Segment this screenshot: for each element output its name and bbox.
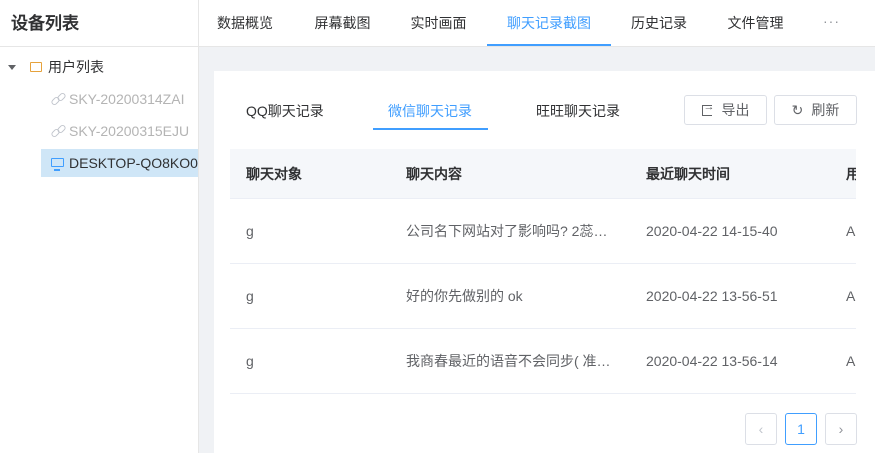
- tab-data-overview[interactable]: 数据概览: [204, 0, 286, 46]
- column-header-user[interactable]: 用: [846, 149, 856, 199]
- column-header-time[interactable]: 最近聊天时间: [646, 149, 730, 199]
- tab-file-manager[interactable]: 文件管理: [713, 0, 798, 46]
- table-row[interactable]: g 好的你先做别的 ok 2020-04-22 13-56-51 A(: [230, 264, 856, 329]
- link-icon: [52, 93, 64, 105]
- monitor-icon: [51, 157, 64, 171]
- tab-live-view[interactable]: 实时画面: [396, 0, 481, 46]
- prev-page-button[interactable]: ‹: [745, 413, 777, 445]
- table-row[interactable]: g 我商春最近的语音不会同步( 准… 2020-04-22 13-56-14 A…: [230, 329, 856, 394]
- refresh-label: 刷新: [811, 102, 840, 118]
- cell-target: g: [246, 353, 254, 369]
- cell-content: 我商春最近的语音不会同步( 准…: [406, 353, 611, 369]
- device-sidebar: 设备列表 用户列表 SKY-20200314ZAI SKY-20200315EJ…: [0, 0, 199, 453]
- export-button[interactable]: 导出: [684, 95, 767, 125]
- tab-chat-screenshots[interactable]: 聊天记录截图: [487, 0, 611, 46]
- folder-icon: [30, 62, 42, 72]
- cell-content: 公司名下网站对了影响吗? 2蕊…: [406, 223, 608, 239]
- cell-time: 2020-04-22 13-56-51: [646, 288, 778, 304]
- link-icon: [52, 125, 64, 137]
- cell-content: 好的你先做别的 ok: [406, 288, 523, 304]
- tab-history[interactable]: 历史记录: [617, 0, 701, 46]
- table-header: 聊天对象 聊天内容 最近聊天时间 用: [230, 149, 856, 199]
- column-header-content[interactable]: 聊天内容: [406, 149, 462, 199]
- caret-down-icon[interactable]: [8, 64, 16, 70]
- cell-time: 2020-04-22 14-15-40: [646, 223, 778, 239]
- sidebar-title: 设备列表: [0, 0, 198, 47]
- cell-user: A(: [846, 223, 856, 239]
- chat-records-card: QQ聊天记录 微信聊天记录 旺旺聊天记录 导出 ↻ 刷新 聊天对象 聊天内容 最…: [214, 71, 875, 453]
- tree-root-users[interactable]: 用户列表: [0, 52, 198, 82]
- table-row[interactable]: g 公司名下网站对了影响吗? 2蕊… 2020-04-22 14-15-40 A…: [230, 199, 856, 264]
- main-content: QQ聊天记录 微信聊天记录 旺旺聊天记录 导出 ↻ 刷新 聊天对象 聊天内容 最…: [199, 47, 875, 453]
- cell-time: 2020-04-22 13-56-14: [646, 353, 778, 369]
- active-subtab-indicator: [373, 128, 488, 130]
- device-name: SKY-20200315EJU: [69, 123, 190, 139]
- next-page-button[interactable]: ›: [825, 413, 857, 445]
- more-tabs-icon[interactable]: ···: [823, 0, 840, 46]
- device-node-selected[interactable]: DESKTOP-QO8KO0: [41, 149, 198, 177]
- export-icon: [701, 101, 715, 116]
- cell-user: A(: [846, 353, 856, 369]
- top-nav: 数据概览 屏幕截图 实时画面 聊天记录截图 历史记录 文件管理 ···: [199, 0, 875, 47]
- device-node-offline[interactable]: SKY-20200315EJU: [41, 117, 198, 145]
- column-header-target[interactable]: 聊天对象: [246, 149, 302, 199]
- cell-target: g: [246, 223, 254, 239]
- page-number-button[interactable]: 1: [785, 413, 817, 445]
- tab-screenshots[interactable]: 屏幕截图: [300, 0, 385, 46]
- tree-root-label: 用户列表: [48, 59, 104, 75]
- chat-table: 聊天对象 聊天内容 最近聊天时间 用 g 公司名下网站对了影响吗? 2蕊… 20…: [230, 149, 856, 396]
- device-name: SKY-20200314ZAI: [69, 91, 185, 107]
- cell-user: A(: [846, 288, 856, 304]
- subtab-wangwang[interactable]: 旺旺聊天记录: [536, 101, 620, 131]
- cell-target: g: [246, 288, 254, 304]
- export-label: 导出: [721, 102, 750, 118]
- device-name: DESKTOP-QO8KO0: [69, 155, 198, 171]
- subtab-wechat[interactable]: 微信聊天记录: [388, 101, 472, 131]
- refresh-button[interactable]: ↻ 刷新: [774, 95, 857, 125]
- refresh-icon: ↻: [791, 101, 804, 118]
- device-node-offline[interactable]: SKY-20200314ZAI: [41, 85, 198, 113]
- subtab-qq[interactable]: QQ聊天记录: [246, 101, 324, 131]
